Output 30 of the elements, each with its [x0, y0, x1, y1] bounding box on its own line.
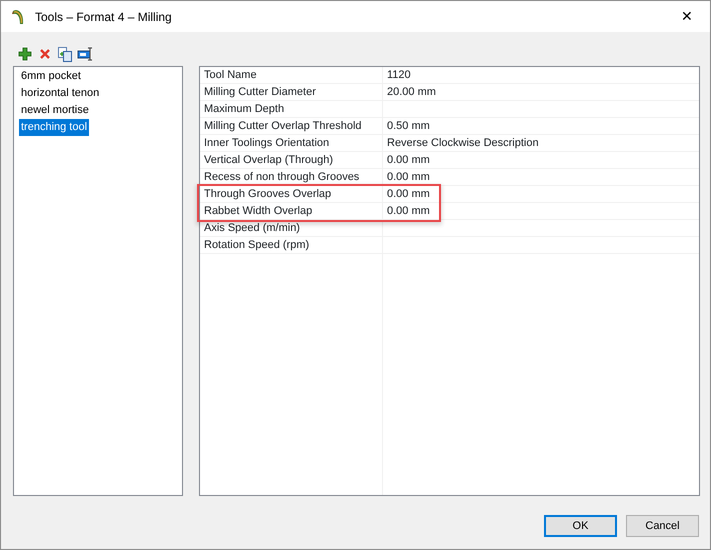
- window-title: Tools – Format 4 – Milling: [35, 8, 173, 26]
- tool-list-item[interactable]: newel mortise: [19, 102, 91, 119]
- property-value[interactable]: 0.00 mm: [383, 169, 699, 185]
- property-name: Maximum Depth: [200, 101, 383, 117]
- property-name: Axis Speed (m/min): [200, 220, 383, 236]
- property-name: Milling Cutter Diameter: [200, 84, 383, 100]
- tool-list-item[interactable]: 6mm pocket: [19, 68, 83, 85]
- tool-list-item[interactable]: trenching tool: [19, 119, 90, 136]
- property-value[interactable]: 0.00 mm: [383, 186, 699, 202]
- property-value[interactable]: 1120: [383, 67, 699, 83]
- add-icon[interactable]: [17, 46, 33, 62]
- property-value[interactable]: 0.00 mm: [383, 203, 699, 219]
- property-value[interactable]: 0.00 mm: [383, 152, 699, 168]
- property-name: Rotation Speed (rpm): [200, 237, 383, 253]
- ok-button[interactable]: OK: [544, 515, 617, 537]
- cancel-button[interactable]: Cancel: [626, 515, 699, 537]
- property-name: Rabbet Width Overlap: [200, 203, 383, 219]
- property-name: Tool Name: [200, 67, 383, 83]
- property-name: Inner Toolings Orientation: [200, 135, 383, 151]
- property-name: Recess of non through Grooves: [200, 169, 383, 185]
- property-name: Through Grooves Overlap: [200, 186, 383, 202]
- property-value[interactable]: Reverse Clockwise Description: [383, 135, 699, 151]
- property-value[interactable]: 0.50 mm: [383, 118, 699, 134]
- property-name: Milling Cutter Overlap Threshold: [200, 118, 383, 134]
- copy-icon[interactable]: [57, 46, 73, 62]
- property-name: Vertical Overlap (Through): [200, 152, 383, 168]
- close-button[interactable]: ✕: [664, 1, 710, 32]
- tool-list-item[interactable]: horizontal tenon: [19, 85, 102, 102]
- rename-icon[interactable]: [77, 46, 95, 62]
- property-value[interactable]: 20.00 mm: [383, 84, 699, 100]
